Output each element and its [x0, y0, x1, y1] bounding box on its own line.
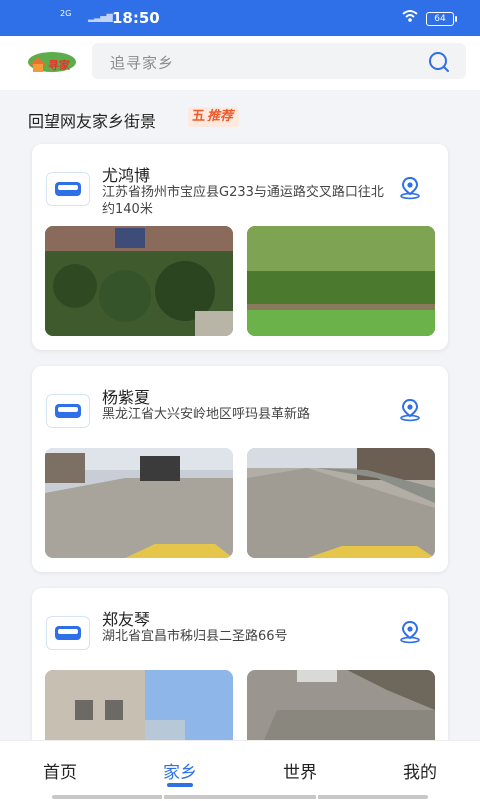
street-photo[interactable] [45, 226, 233, 336]
vr-avatar-icon [46, 616, 90, 650]
address: 黑龙江省大兴安岭地区呼玛县革新路 [102, 407, 311, 422]
address: 江苏省扬州市宝应县G233与通运路交叉路口往北约140米 [102, 185, 384, 217]
tab-mine[interactable]: 我的 [390, 758, 450, 783]
location-pin-icon[interactable] [398, 176, 422, 200]
street-card[interactable]: 杨紫夏 黑龙江省大兴安岭地区呼玛县革新路 [32, 366, 448, 572]
user-name: 尤鸿博 [102, 166, 151, 185]
status-time: 18:50 [112, 9, 160, 27]
location-pin-icon[interactable] [398, 620, 422, 644]
svg-text:寻家: 寻家 [48, 58, 71, 72]
app-logo[interactable]: 寻家 [26, 49, 78, 75]
status-bar: 2G ▂▃▅▇ 18:50 64 [0, 0, 480, 36]
tab-hometown[interactable]: 家乡 [150, 758, 210, 783]
recommend-badge: 五推荐 [188, 107, 240, 127]
street-photo[interactable] [247, 448, 435, 558]
user-name: 郑友琴 [102, 610, 151, 629]
street-card[interactable]: 尤鸿博 江苏省扬州市宝应县G233与通运路交叉路口往北约140米 [32, 144, 448, 350]
network-indicator: 2G [60, 9, 72, 18]
tab-world[interactable]: 世界 [270, 758, 330, 783]
bottom-nav: 首页 家乡 世界 我的 [0, 740, 480, 801]
search-icon[interactable] [428, 51, 450, 73]
battery-indicator: 64 [426, 12, 457, 26]
vr-avatar-icon [46, 172, 90, 206]
search-input[interactable]: 追寻家乡 [110, 52, 174, 73]
section-title: 回望网友家乡街景 [28, 112, 157, 131]
user-name: 杨紫夏 [102, 388, 151, 407]
signal-icon: ▂▃▅▇ [88, 13, 113, 22]
search-bar[interactable]: 追寻家乡 [92, 43, 466, 79]
badge-label: 推荐 [207, 109, 234, 124]
wifi-icon [402, 9, 418, 27]
street-photo[interactable] [45, 448, 233, 558]
badge-prefix: 五 [192, 109, 206, 124]
app-header: 寻家 追寻家乡 [0, 36, 480, 90]
tab-home[interactable]: 首页 [30, 758, 90, 783]
street-photo[interactable] [247, 226, 435, 336]
vr-avatar-icon [46, 394, 90, 428]
home-indicator [52, 795, 428, 799]
active-tab-indicator [167, 783, 193, 787]
address: 湖北省宜昌市秭归县二圣路66号 [102, 629, 288, 644]
location-pin-icon[interactable] [398, 398, 422, 422]
